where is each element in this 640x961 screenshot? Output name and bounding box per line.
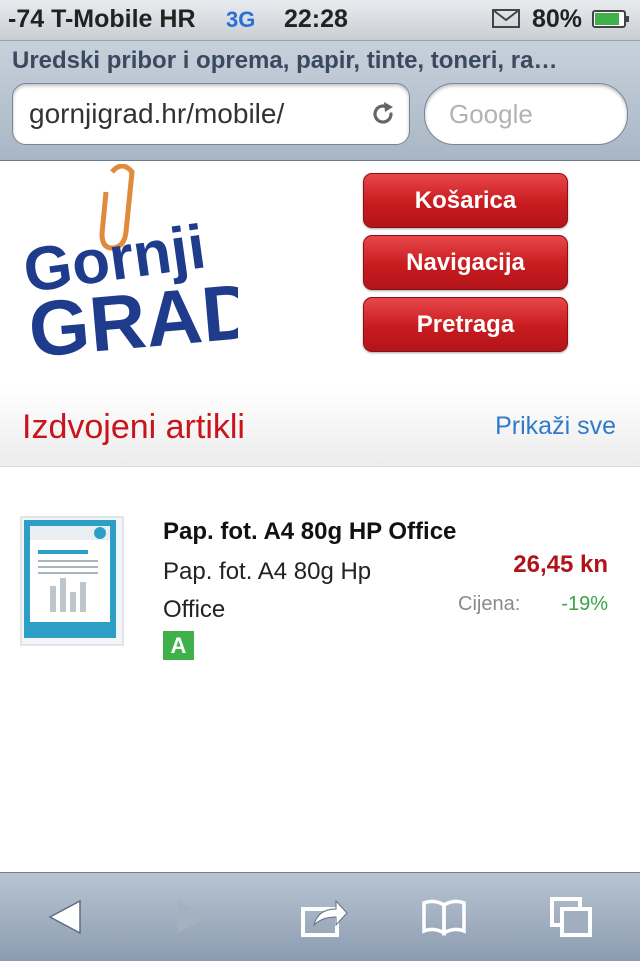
gornjigrad-logo[interactable]: Gornji GRAD <box>20 164 238 360</box>
bookmarks-icon[interactable] <box>420 895 468 939</box>
carrier-signal: -74 T-Mobile HR <box>8 5 196 33</box>
share-icon[interactable] <box>300 895 348 939</box>
clock: 22:28 <box>284 5 348 33</box>
product-price: 26,45 kn <box>513 551 608 578</box>
navigation-button[interactable]: Navigacija <box>363 235 568 290</box>
forward-icon[interactable] <box>168 895 216 939</box>
network-type: 3G <box>226 7 256 32</box>
product-description: Pap. fot. A4 80g Hp Office <box>163 558 372 623</box>
status-bar: -74 T-Mobile HR 3G 22:28 80% <box>0 0 640 41</box>
search-button[interactable]: Pretraga <box>363 297 568 352</box>
price-discount: -19% <box>561 593 608 615</box>
cart-button[interactable]: Košarica <box>363 173 568 228</box>
product-image[interactable] <box>20 516 124 646</box>
mail-icon <box>492 9 520 28</box>
show-all-link[interactable]: Prikaži sve <box>495 412 616 441</box>
product-name[interactable]: Pap. fot. A4 80g HP Office <box>163 518 456 546</box>
address-bar[interactable]: gornjigrad.hr/mobile/ <box>12 83 410 145</box>
browser-top-bar: Uredski pribor i oprema, papir, tinte, t… <box>0 41 640 161</box>
availability-badge: A <box>163 631 194 660</box>
featured-header: Izdvojeni artikli Prikaži sve <box>0 388 640 467</box>
search-input[interactable]: Google <box>424 83 628 145</box>
back-icon[interactable] <box>42 895 90 939</box>
price-label: Cijena: <box>458 593 521 615</box>
tabs-icon[interactable] <box>548 895 596 939</box>
url-text: gornjigrad.hr/mobile/ <box>29 98 285 129</box>
browser-toolbar <box>0 872 640 961</box>
section-title: Izdvojeni artikli <box>22 408 245 446</box>
battery-percent: 80% <box>532 5 583 33</box>
battery-icon <box>592 10 629 28</box>
search-placeholder: Google <box>449 99 533 129</box>
page-title: Uredski pribor i oprema, papir, tinte, t… <box>12 47 558 74</box>
reload-icon[interactable] <box>369 100 397 128</box>
